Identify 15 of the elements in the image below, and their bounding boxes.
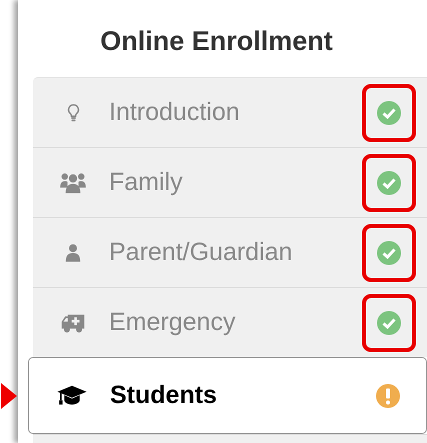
step-label: Family <box>109 168 184 197</box>
panel-title: Online Enrollment <box>99 25 334 58</box>
step-item[interactable]: Introduction <box>33 77 427 147</box>
step-item[interactable]: Parent/Guardian <box>33 217 427 287</box>
ambulance-icon <box>60 312 86 333</box>
person-icon <box>65 242 81 262</box>
step-item[interactable]: Emergency <box>33 287 427 357</box>
people-icon <box>59 172 87 194</box>
step-label: Students <box>110 381 218 410</box>
graduation-cap-icon <box>56 384 88 408</box>
step-label: Parent/Guardian <box>109 238 294 267</box>
step-label: Emergency <box>109 308 236 337</box>
step-label: Introduction <box>109 98 241 127</box>
lightbulb-icon <box>66 102 80 122</box>
step-item[interactable]: Family <box>33 147 427 217</box>
